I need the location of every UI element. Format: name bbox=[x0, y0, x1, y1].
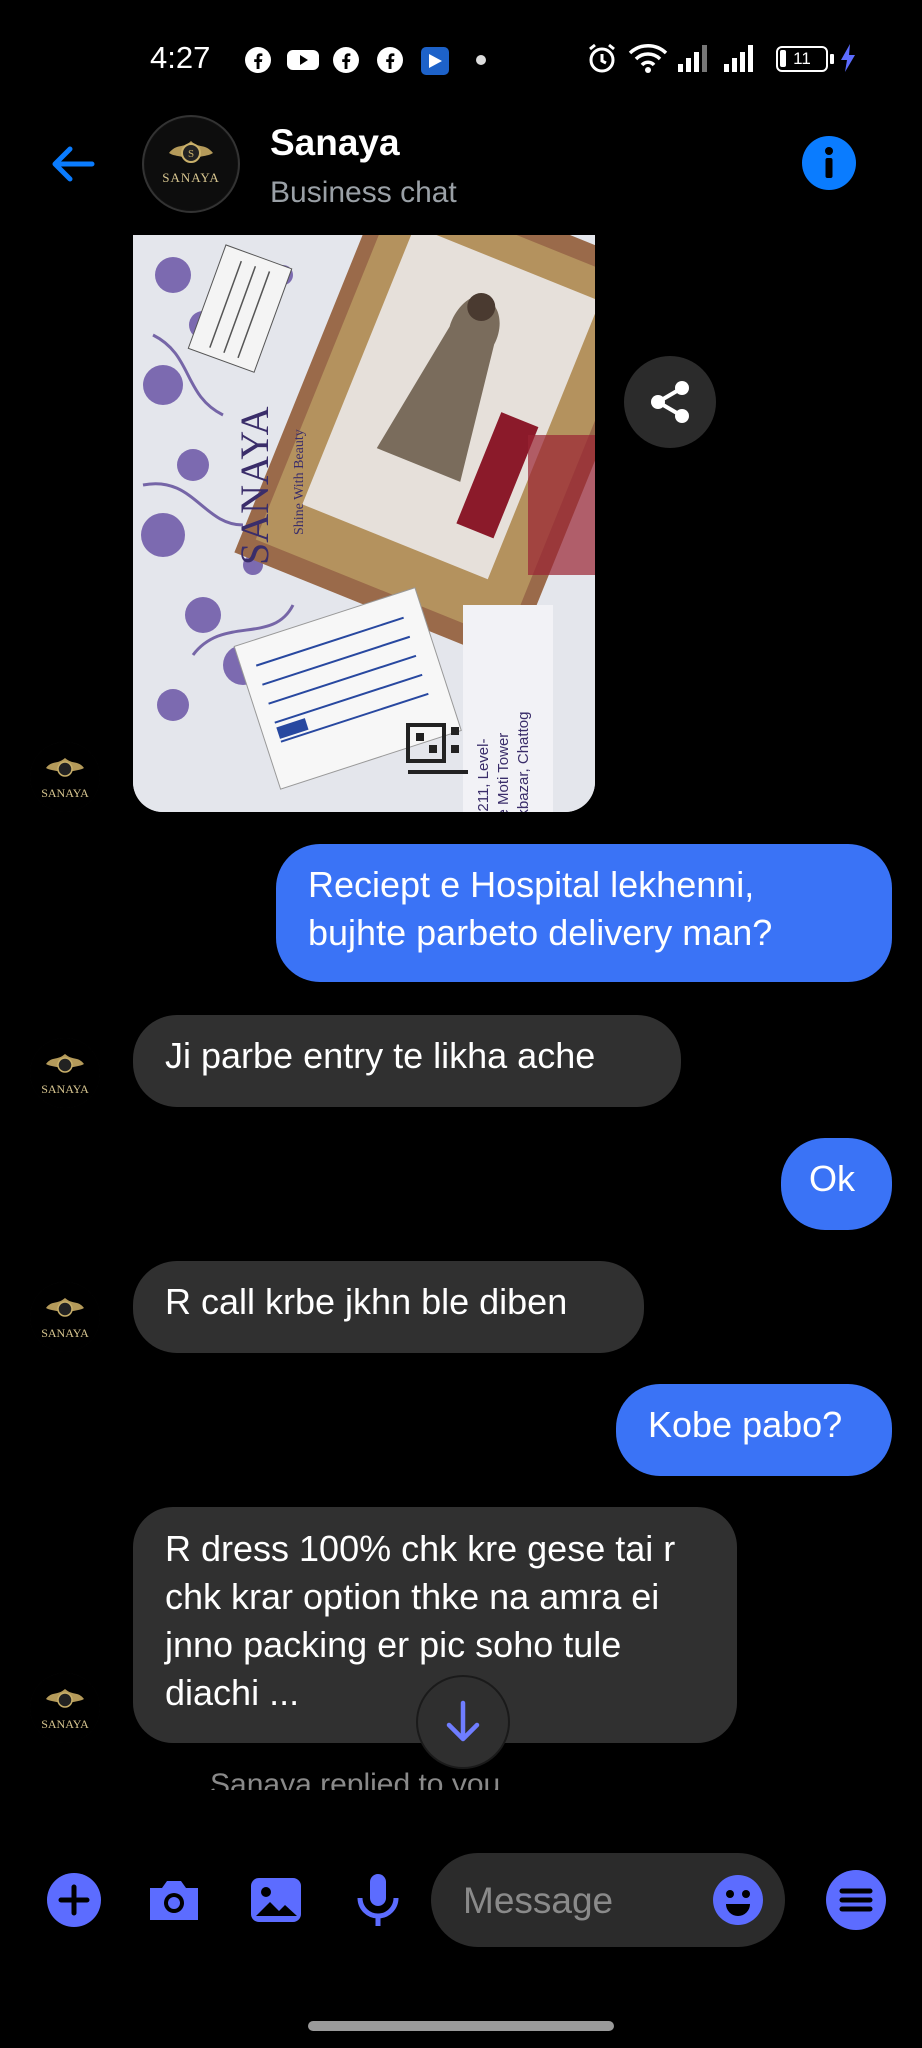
photo-shop-line3: Chawkbazar, Chattog bbox=[515, 712, 532, 812]
photo-brand-text: SANAYA bbox=[232, 406, 277, 565]
scroll-to-bottom-button[interactable] bbox=[416, 1675, 510, 1769]
sanaya-logo bbox=[30, 1282, 100, 1352]
add-icon[interactable] bbox=[44, 1870, 104, 1930]
emoji-icon[interactable] bbox=[711, 1873, 765, 1927]
contact-name[interactable]: Sanaya bbox=[270, 122, 400, 164]
battery-level: 11 bbox=[793, 49, 811, 68]
message-outgoing[interactable]: Kobe pabo? bbox=[616, 1384, 892, 1476]
replied-note: Sanaya replied to you bbox=[210, 1768, 501, 1790]
message-outgoing[interactable]: Ok bbox=[781, 1138, 892, 1230]
play-store-icon bbox=[421, 47, 449, 75]
info-button[interactable] bbox=[802, 136, 856, 190]
charging-icon bbox=[841, 44, 855, 72]
header-logo-text: SANAYA bbox=[162, 170, 220, 185]
photo-shop-line1: Shop: 211, Level- bbox=[475, 739, 492, 812]
facebook-icon bbox=[377, 47, 403, 73]
gallery-icon[interactable] bbox=[246, 1870, 306, 1930]
sender-avatar[interactable]: SANAYA bbox=[30, 1673, 100, 1743]
sender-avatar[interactable]: SANAYA bbox=[30, 742, 100, 812]
camera-icon[interactable] bbox=[144, 1870, 204, 1930]
avatar-logo-text: SANAYA bbox=[41, 1717, 89, 1731]
contact-subtitle: Business chat bbox=[270, 176, 457, 209]
avatar-logo-text: SANAYA bbox=[41, 1326, 89, 1340]
back-arrow-icon[interactable] bbox=[44, 136, 100, 192]
sanaya-logo bbox=[30, 1673, 100, 1743]
message-input[interactable] bbox=[461, 1853, 705, 1949]
more-notifications-dot bbox=[476, 55, 486, 65]
share-icon bbox=[651, 381, 689, 423]
photo-shop-line2: Beside Moti Tower bbox=[495, 733, 512, 812]
wifi-icon bbox=[628, 44, 668, 73]
home-indicator[interactable] bbox=[308, 2021, 614, 2031]
sanaya-logo bbox=[30, 1038, 100, 1108]
battery-icon: 11 bbox=[776, 46, 828, 72]
sanaya-logo: S bbox=[145, 118, 237, 210]
microphone-icon[interactable] bbox=[348, 1870, 408, 1930]
info-icon bbox=[825, 147, 833, 178]
sender-avatar[interactable]: SANAYA bbox=[30, 1038, 100, 1108]
battery-tip bbox=[830, 54, 834, 64]
sanaya-avatar[interactable]: S bbox=[142, 115, 240, 213]
facebook-icon bbox=[245, 47, 271, 73]
packing-photo[interactable]: SANAYA Shine With Beauty Shop: 211, Leve… bbox=[133, 235, 595, 812]
youtube-icon bbox=[287, 50, 319, 70]
share-button[interactable] bbox=[624, 356, 716, 448]
sender-avatar[interactable]: SANAYA bbox=[30, 1282, 100, 1352]
sanaya-logo bbox=[30, 742, 100, 812]
message-field[interactable] bbox=[431, 1853, 785, 1949]
alarm-icon bbox=[589, 43, 615, 73]
message-incoming[interactable]: R call krbe jkhn ble diben bbox=[133, 1261, 644, 1353]
avatar-logo-text: SANAYA bbox=[41, 1082, 89, 1096]
status-time: 4:27 bbox=[150, 40, 211, 75]
packing-photo-image: SANAYA Shine With Beauty Shop: 211, Leve… bbox=[133, 235, 595, 812]
arrow-down-icon bbox=[446, 1700, 480, 1742]
signal-icon bbox=[678, 45, 707, 72]
message-outgoing[interactable]: Reciept e Hospital lekhenni, bujhte parb… bbox=[276, 844, 892, 982]
facebook-icon bbox=[333, 47, 359, 73]
signal-icon bbox=[724, 45, 753, 72]
avatar-logo-text: SANAYA bbox=[41, 786, 89, 800]
svg-text:S: S bbox=[188, 148, 194, 160]
photo-tagline: Shine With Beauty bbox=[292, 429, 307, 535]
message-incoming[interactable]: Ji parbe entry te likha ache bbox=[133, 1015, 681, 1107]
menu-icon[interactable] bbox=[824, 1868, 888, 1932]
